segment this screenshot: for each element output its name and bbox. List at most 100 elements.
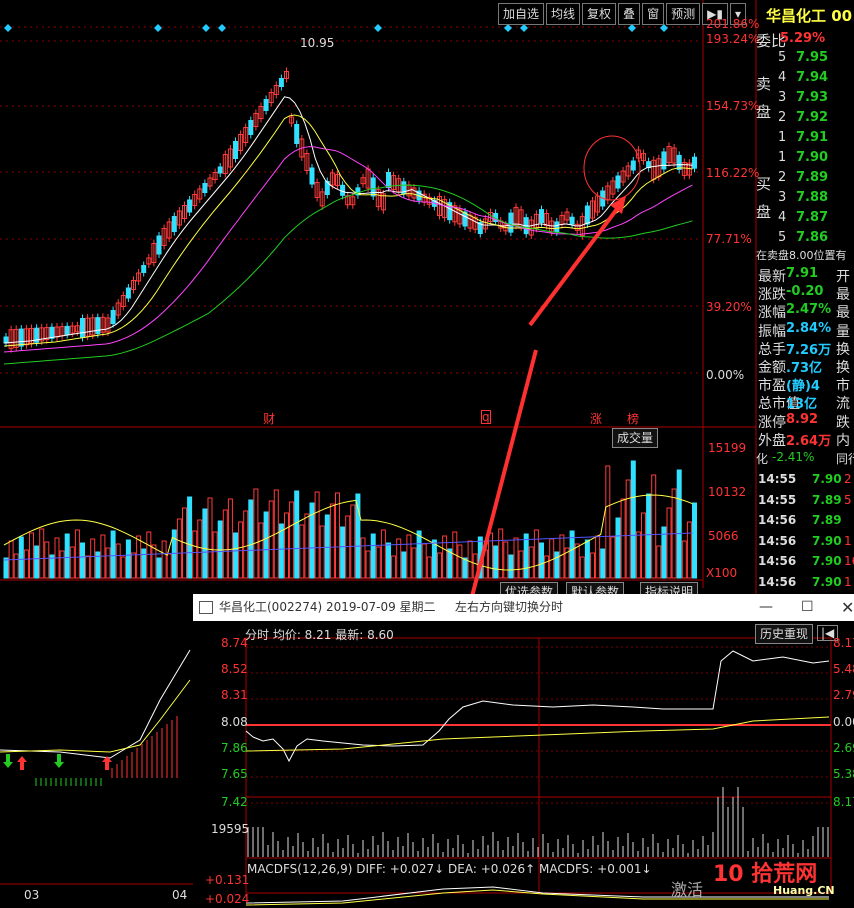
- volume-bar: [431, 539, 437, 579]
- volume-bar: [493, 545, 499, 579]
- history-replay-button[interactable]: 历史重现: [755, 624, 814, 644]
- quote-key: 振幅: [758, 323, 786, 340]
- ma-button[interactable]: 均线: [546, 3, 581, 25]
- volume-bar: [539, 542, 544, 579]
- candle-body: [539, 209, 544, 224]
- sell-price-3: 7.93: [796, 90, 829, 105]
- volume-bar: [340, 526, 346, 579]
- tick-time: 14:56: [758, 533, 797, 548]
- quote-tail: 量: [836, 323, 850, 340]
- tick-time: 14:56: [758, 574, 797, 589]
- volume-bar: [462, 557, 468, 579]
- volume-bar: [335, 492, 340, 579]
- volume-bar: [666, 507, 672, 579]
- volume-bar: [192, 530, 198, 579]
- vol-label-2: 10132: [708, 485, 747, 499]
- pct-label: 39.20%: [706, 300, 752, 314]
- volume-bar: [151, 544, 157, 579]
- volume-bar: [314, 491, 320, 579]
- buy-price-2: 7.89: [796, 170, 829, 185]
- intraday-pct-label: 2.69: [833, 741, 854, 755]
- candle-body: [95, 317, 101, 335]
- date-label-04: 04: [172, 888, 188, 902]
- volume-bar: [421, 543, 427, 579]
- vol-label-3: 5066: [708, 529, 739, 543]
- candle-body: [569, 216, 575, 225]
- quote-value: 13亿: [786, 397, 818, 413]
- forecast-button[interactable]: 预测: [666, 3, 701, 25]
- sell-level-4: 4: [778, 70, 787, 85]
- candle-body: [278, 78, 284, 87]
- quote-value: 2.64万: [786, 433, 832, 449]
- volume-bar: [437, 552, 442, 579]
- diamond-marker: [218, 24, 226, 32]
- intraday-price-label: 8.52: [221, 662, 248, 676]
- volume-bar: [131, 552, 136, 579]
- minimize-icon[interactable]: —: [759, 594, 773, 621]
- volume-bar: [595, 535, 601, 579]
- marker-q: q: [481, 410, 491, 424]
- volume-bar: [34, 545, 40, 579]
- intraday-window[interactable]: 华昌化工(002274) 2019-07-09 星期二 左右方向键切换分时 — …: [193, 594, 854, 908]
- note: 在卖盘8.00位置有: [756, 249, 847, 262]
- tick-volume: 1: [844, 574, 852, 589]
- maximize-icon[interactable]: ☐: [801, 594, 814, 621]
- volume-bar: [329, 503, 335, 579]
- volume-bar: [406, 534, 412, 579]
- tick-price: 7.90: [812, 554, 842, 568]
- overlay-button[interactable]: 叠: [618, 3, 641, 25]
- volume-bar: [350, 504, 356, 579]
- volume-bar: [533, 529, 539, 579]
- volume-bar: [641, 512, 646, 579]
- candle-body: [584, 205, 590, 225]
- volume-bar: [681, 540, 687, 579]
- date-label-03: 03: [24, 888, 40, 902]
- candle-body: [125, 287, 131, 299]
- quote-value: 8.92: [786, 411, 819, 427]
- volume-bar: [559, 534, 565, 579]
- volume-bar: [258, 522, 264, 579]
- intraday-price-label: 8.31: [221, 688, 248, 702]
- intraday-pct-label: 5.48: [833, 662, 854, 676]
- intraday-avg-line: [245, 716, 830, 752]
- pct-label: 116.22%: [706, 166, 760, 180]
- candle-body: [18, 328, 24, 347]
- volume-bar: [625, 479, 631, 579]
- volume-bar: [74, 529, 80, 579]
- volume-bar: [90, 538, 96, 579]
- volume-bar: [253, 488, 259, 579]
- buy-level-4: 4: [778, 210, 787, 225]
- quote-value: 2.84%: [786, 320, 832, 336]
- tick-volume: 1: [844, 533, 852, 548]
- volume-bar: [115, 543, 121, 579]
- peak-label: 10.95: [300, 36, 335, 50]
- watermark-site: Huang.CN: [773, 884, 835, 897]
- tick-time: 14:55: [758, 492, 797, 507]
- volume-bar: [375, 546, 381, 579]
- volume-bar: [549, 538, 555, 579]
- volume-bar: [197, 519, 203, 579]
- window-button[interactable]: 窗: [642, 3, 665, 25]
- buy-level-3: 3: [778, 190, 787, 205]
- down-arrow-icon: [3, 754, 13, 768]
- close-icon[interactable]: ✕: [841, 594, 854, 621]
- volume-bar: [23, 549, 29, 579]
- volume-title[interactable]: 成交量: [612, 428, 659, 448]
- window-title: 华昌化工(002274) 2019-07-09 星期二: [219, 600, 436, 614]
- volume-bar: [605, 465, 611, 579]
- window-titlebar[interactable]: 华昌化工(002274) 2019-07-09 星期二 左右方向键切换分时 — …: [193, 594, 854, 621]
- volume-bar: [503, 541, 509, 579]
- app-icon: [199, 601, 213, 614]
- add-watchlist-button[interactable]: 加自选: [498, 3, 545, 25]
- marker-zhang: 涨: [590, 412, 603, 426]
- quote-key: 最新: [758, 269, 786, 285]
- quote-tail: 换: [836, 360, 850, 376]
- volume-bar: [508, 554, 514, 579]
- volume-bar: [554, 551, 560, 579]
- adjust-button[interactable]: 复权: [582, 3, 617, 25]
- volume-bar: [202, 508, 208, 579]
- volume-bar: [294, 490, 300, 579]
- sell-price-2: 7.92: [796, 110, 829, 125]
- volume-bar: [574, 543, 580, 579]
- candle-body: [386, 172, 391, 188]
